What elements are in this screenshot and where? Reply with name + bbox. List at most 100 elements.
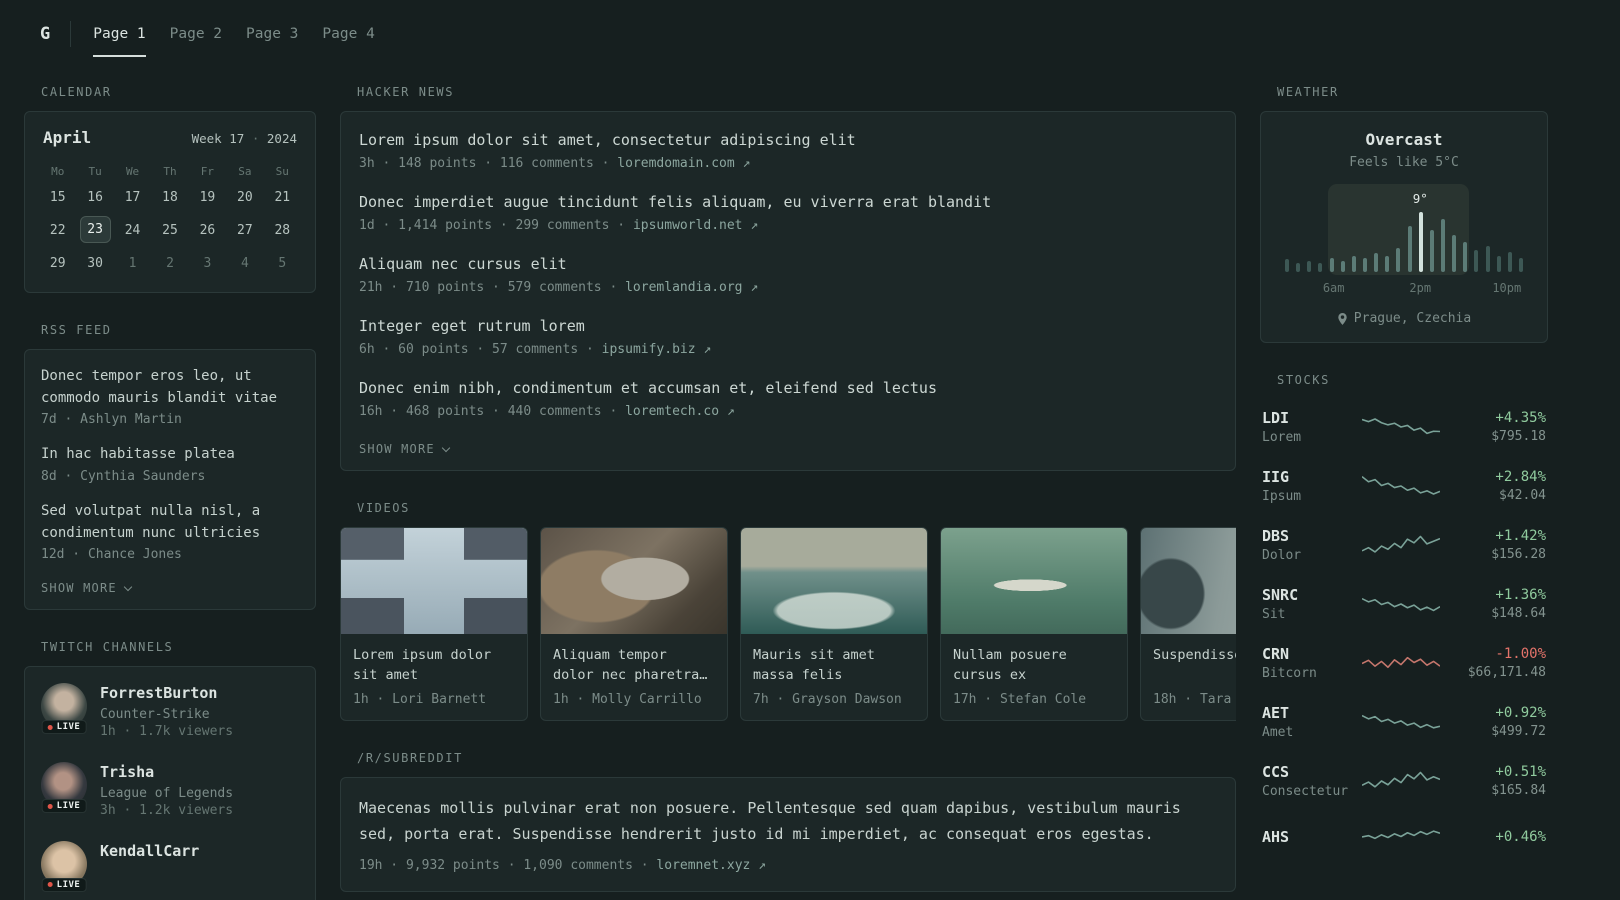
nav-tab-page-1[interactable]: Page 1 (93, 0, 147, 68)
weather-section-title: WEATHER (1277, 85, 1339, 99)
weather-bar (1440, 219, 1445, 272)
right-column: WEATHER Overcast Feels like 5°C 9° 6am 2p… (1260, 85, 1548, 895)
twitch-channel-name: Trisha (100, 763, 155, 782)
calendar-day: 5 (278, 256, 287, 271)
hn-item: Integer eget rutrum lorem 6h · 60 points … (359, 316, 1217, 357)
twitch-channel-meta: 1h · 1.7k viewers (100, 724, 234, 740)
twitch-channel-row[interactable]: LIVE ForrestBurton Counter-Strike 1h · 1.7k… (41, 683, 299, 739)
subreddit-post-text[interactable]: Maecenas mollis pulvinar erat non posuer… (359, 796, 1217, 847)
twitch-channel-row[interactable]: LIVE KendallCarr (41, 840, 299, 892)
weather-bar (1351, 256, 1356, 272)
video-card[interactable]: Nullam posuere cursus ex 17h · Stefan Col… (940, 527, 1128, 721)
hn-item-title[interactable]: Donec enim nibh, condimentum et accumsan… (359, 378, 1217, 399)
calendar-day-headers: Mo Tu We Th Fr Sa Su (39, 159, 301, 183)
weather-feels-like: Feels like 5°C (1349, 155, 1459, 170)
hn-item-domain-link[interactable]: ipsumify.biz ↗ (602, 342, 712, 357)
page-tabs: Page 1 Page 2 Page 3 Page 4 (93, 0, 375, 68)
stock-row[interactable]: LDI Lorem +4.35% $795.18 (1260, 399, 1548, 458)
hn-item-meta: 16h · 468 points · 440 comments · loremt… (359, 404, 735, 419)
stock-price: $42.04 (1499, 488, 1546, 503)
calendar-day: 18 (162, 190, 178, 205)
rss-section-title: RSS FEED (41, 323, 112, 337)
hn-item-domain-link[interactable]: loremdomain.com ↗ (617, 156, 750, 171)
hn-item-domain-link[interactable]: loremlandia.org ↗ (625, 280, 758, 295)
weather-bar (1518, 258, 1523, 272)
calendar-header: April Week 17 · 2024 (39, 128, 301, 159)
hn-item-domain-link[interactable]: loremtech.co ↗ (625, 404, 735, 419)
stock-name: Consectetur (1262, 784, 1349, 799)
stock-symbol: CCS (1262, 763, 1290, 781)
calendar-day: 3 (203, 256, 212, 271)
stock-change: +1.42% (1495, 528, 1546, 544)
hn-item-meta: 6h · 60 points · 57 comments · ipsumify.… (359, 342, 712, 357)
twitch-channel-row[interactable]: LIVE Trisha League of Legends 3h · 1.2k vie… (41, 762, 299, 818)
stock-price: $66,171.48 (1467, 665, 1546, 680)
stock-row[interactable]: AHS +0.46% (1260, 812, 1548, 865)
stock-change: +0.92% (1495, 705, 1546, 721)
hn-show-more-button[interactable]: SHOW MORE (359, 440, 1217, 456)
hn-item: Donec enim nibh, condimentum et accumsan… (359, 378, 1217, 419)
twitch-channel-info: Trisha League of Legends 3h · 1.2k viewers (100, 762, 233, 818)
stock-info: LDI Lorem (1262, 409, 1348, 445)
stock-values: -1.00% $66,171.48 (1454, 646, 1546, 680)
video-card[interactable]: Lorem ipsum dolor sit amet consectetu… 1h… (340, 527, 528, 721)
rss-item-title[interactable]: Sed volutpat nulla nisl, a condimentum n… (41, 501, 299, 544)
stock-price: $148.64 (1491, 606, 1546, 621)
calendar-card: April Week 17 · 2024 Mo Tu We Th Fr Sa Su 15 16… (24, 111, 316, 293)
stock-row[interactable]: IIG Ipsum +2.84% $42.04 (1260, 458, 1548, 517)
stock-symbol: AET (1262, 704, 1290, 722)
chevron-down-icon (441, 443, 451, 452)
nav-tab-page-3[interactable]: Page 3 (246, 0, 298, 68)
app-logo[interactable]: G (40, 24, 50, 44)
weather-bar (1407, 225, 1412, 272)
stock-row[interactable]: SNRC Sit +1.36% $148.64 (1260, 576, 1548, 635)
video-card[interactable]: Mauris sit amet massa felis 7h · Grayson … (740, 527, 928, 721)
subreddit-widget: /R/SUBREDDIT Maecenas mollis pulvinar er… (340, 751, 1236, 892)
video-card-body: Mauris sit amet massa felis 7h · Grayson … (741, 634, 927, 720)
stock-values: +0.51% $165.84 (1454, 764, 1546, 798)
stock-row[interactable]: CRN Bitcorn -1.00% $66,171.48 (1260, 635, 1548, 694)
calendar-day-header: We (125, 164, 140, 178)
stock-price: $499.72 (1491, 724, 1546, 739)
videos-section-title: VIDEOS (357, 501, 410, 515)
video-card[interactable]: Aliquam tempor dolor nec pharetra… 1h · M… (540, 527, 728, 721)
stock-symbol: AHS (1262, 828, 1290, 846)
weather-bars (1285, 192, 1523, 272)
stock-row[interactable]: AET Amet +0.92% $499.72 (1260, 694, 1548, 753)
stock-info: CCS Consectetur (1262, 763, 1348, 799)
twitch-channel-list: LIVE ForrestBurton Counter-Strike 1h · 1.7k… (41, 683, 299, 892)
top-nav: G Page 1 Page 2 Page 3 Page 4 (0, 0, 1620, 68)
stock-row[interactable]: DBS Dolor +1.42% $156.28 (1260, 517, 1548, 576)
hn-item-title[interactable]: Donec imperdiet augue tincidunt felis al… (359, 192, 1217, 213)
stock-change: +0.46% (1495, 829, 1546, 845)
hn-item-title[interactable]: Aliquam nec cursus elit (359, 254, 1217, 275)
calendar-day: 2 (166, 256, 174, 271)
rss-item-title[interactable]: Donec tempor eros leo, ut commodo mauris… (41, 366, 299, 409)
video-card[interactable]: Suspendisse diam 18h · Tara (1140, 527, 1236, 721)
nav-tab-page-4[interactable]: Page 4 (322, 0, 374, 68)
hn-item-domain-link[interactable]: ipsumworld.net ↗ (633, 218, 758, 233)
hn-item-meta: 1d · 1,414 points · 299 comments · ipsum… (359, 218, 759, 233)
videos-widget: VIDEOS Lorem ipsum dolor sit amet consec… (340, 501, 1236, 721)
rss-item-meta: 8d · Cynthia Saunders (41, 469, 206, 485)
video-thumbnail (941, 528, 1127, 634)
stock-symbol: IIG (1262, 468, 1290, 486)
weather-bar (1463, 241, 1468, 272)
calendar-week: Week 17 (191, 131, 245, 146)
stock-sparkline (1362, 412, 1440, 442)
video-title: Lorem ipsum dolor sit amet consectetu… (353, 647, 492, 684)
hn-item-title[interactable]: Lorem ipsum dolor sit amet, consectetur … (359, 130, 1217, 151)
live-badge: LIVE (41, 799, 87, 814)
rss-item-title[interactable]: In hac habitasse platea (41, 444, 299, 466)
hn-item-title[interactable]: Integer eget rutrum lorem (359, 316, 1217, 337)
stocks-section-title: STOCKS (1277, 373, 1330, 387)
subreddit-meta-text: 19h · 9,932 points · 1,090 comments · (359, 858, 649, 873)
rss-show-more-button[interactable]: SHOW MORE (41, 579, 299, 595)
calendar-day: 26 (199, 223, 216, 238)
nav-tab-page-2[interactable]: Page 2 (170, 0, 222, 68)
weather-axis-label: 6am (1322, 281, 1345, 295)
video-thumbnail (541, 528, 727, 634)
stock-sparkline (1362, 648, 1440, 678)
stock-row[interactable]: CCS Consectetur +0.51% $165.84 (1260, 753, 1548, 812)
subreddit-domain-link[interactable]: loremnet.xyz ↗ (656, 858, 766, 873)
